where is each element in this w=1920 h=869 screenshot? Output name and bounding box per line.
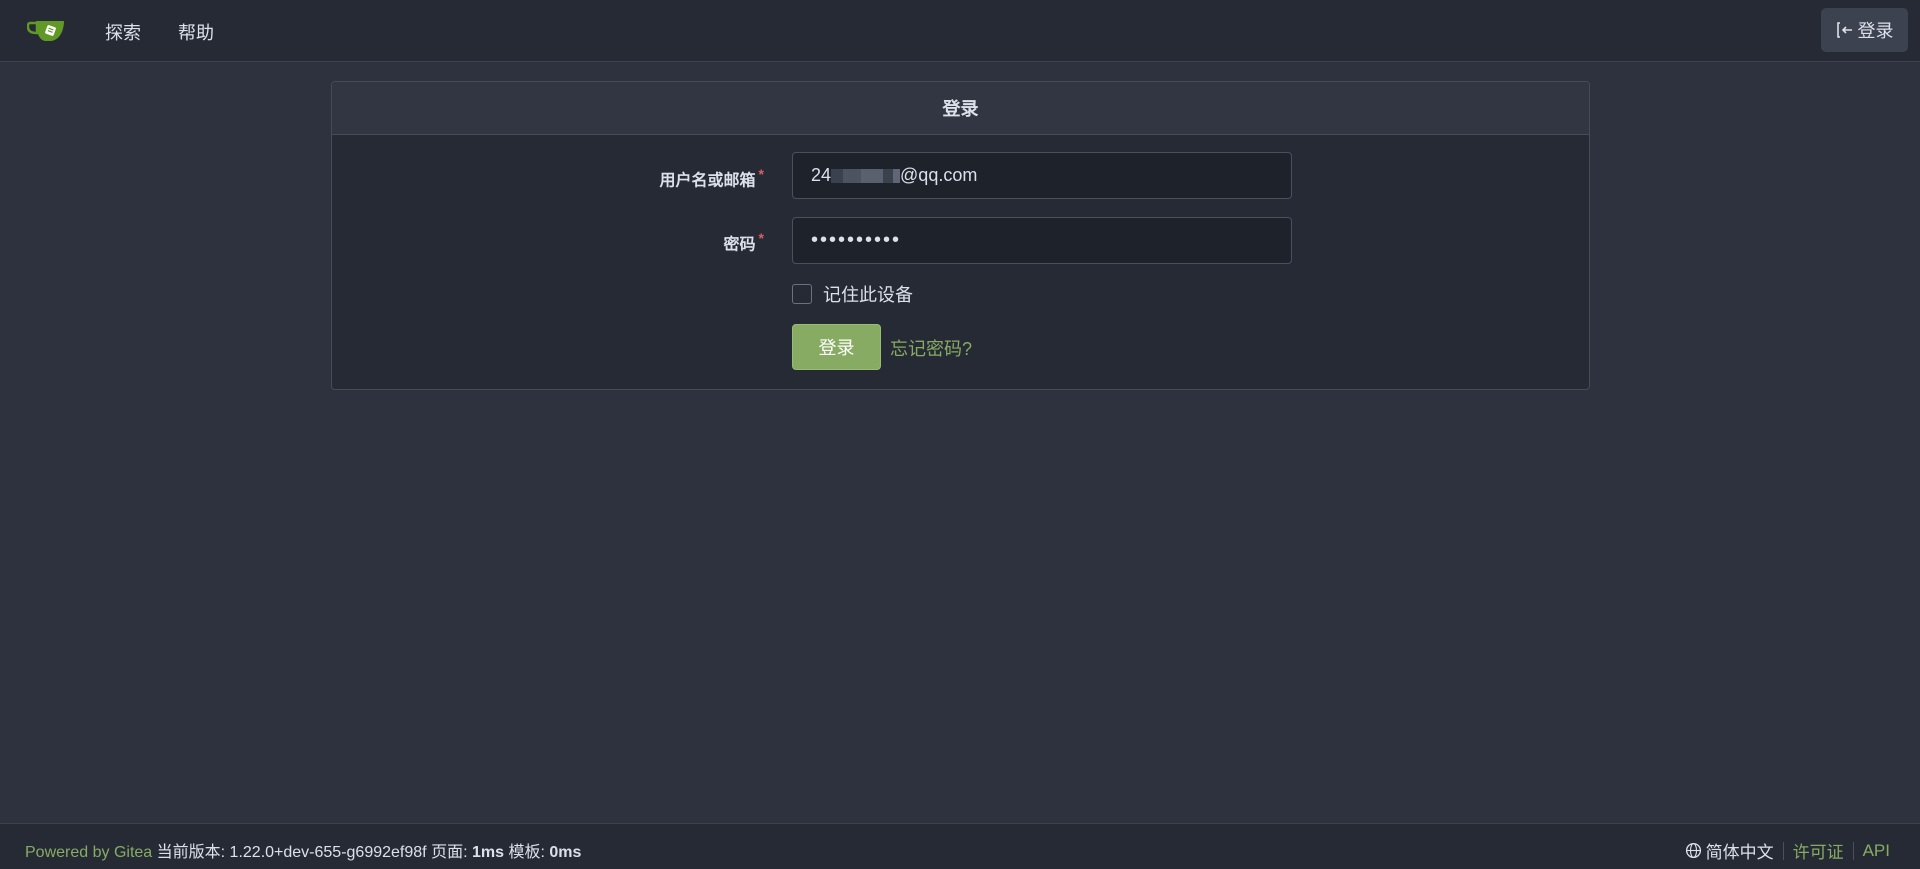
sign-in-icon: [1836, 22, 1852, 38]
remember-device-label[interactable]: 记住此设备: [823, 281, 913, 307]
redaction-block: [883, 168, 894, 183]
template-time-value: 0ms: [549, 844, 582, 861]
language-label: 简体中文: [1705, 843, 1774, 862]
required-marker: *: [758, 166, 764, 182]
page-time-label: 页面:: [431, 844, 468, 861]
footer-info: Powered by Gitea 当前版本: 1.22.0+dev-655-g6…: [25, 838, 581, 862]
api-link[interactable]: API: [1863, 841, 1890, 861]
redaction-block: [893, 168, 901, 183]
redaction-block: [843, 168, 862, 183]
language-selector[interactable]: 简体中文: [1685, 838, 1774, 863]
footer-links: 简体中文 许可证 API: [1685, 838, 1890, 863]
powered-by-link[interactable]: Powered by Gitea: [25, 844, 152, 861]
redaction-block: [861, 168, 884, 183]
page-time-value: 1ms: [471, 844, 504, 861]
gitea-logo-icon[interactable]: [26, 16, 67, 46]
footer-divider: [1782, 841, 1784, 860]
password-input[interactable]: ••••••••••: [792, 217, 1292, 264]
username-label-text: 用户名或邮箱: [659, 172, 756, 190]
forgot-password-link[interactable]: 忘记密码?: [890, 335, 972, 361]
login-card: 登录 用户名或邮箱 * 24 @qq.com 密码 * •••••••••• 记住此…: [331, 81, 1590, 390]
footer-divider: [1852, 841, 1854, 860]
signin-label: 登录: [1857, 21, 1894, 41]
globe-icon: [1685, 842, 1701, 859]
footer: Powered by Gitea 当前版本: 1.22.0+dev-655-g6…: [0, 823, 1920, 869]
top-navbar: 探索 帮助 登录: [0, 0, 1920, 62]
signin-button[interactable]: 登录: [1821, 8, 1908, 52]
remember-device-checkbox[interactable]: [792, 284, 812, 304]
password-label-text: 密码: [723, 236, 756, 254]
password-label: 密码 *: [632, 230, 764, 254]
license-link[interactable]: 许可证: [1793, 838, 1844, 863]
version-label: 当前版本:: [156, 844, 226, 861]
username-value-suffix: @qq.com: [900, 165, 978, 185]
version-value: 1.22.0+dev-655-g6992ef98f: [229, 844, 427, 861]
username-label: 用户名或邮箱 *: [632, 166, 764, 190]
nav-help[interactable]: 帮助: [178, 19, 214, 45]
template-time-label: 模板:: [508, 844, 545, 861]
remember-device-row: 记住此设备: [792, 281, 913, 307]
login-card-title: 登录: [332, 82, 1589, 135]
login-submit-button[interactable]: 登录: [792, 324, 881, 370]
username-value-prefix: 24: [811, 165, 832, 185]
redaction-block: [831, 168, 844, 183]
required-marker: *: [758, 230, 764, 246]
nav-explore[interactable]: 探索: [105, 19, 141, 45]
username-input[interactable]: 24 @qq.com: [792, 152, 1292, 199]
